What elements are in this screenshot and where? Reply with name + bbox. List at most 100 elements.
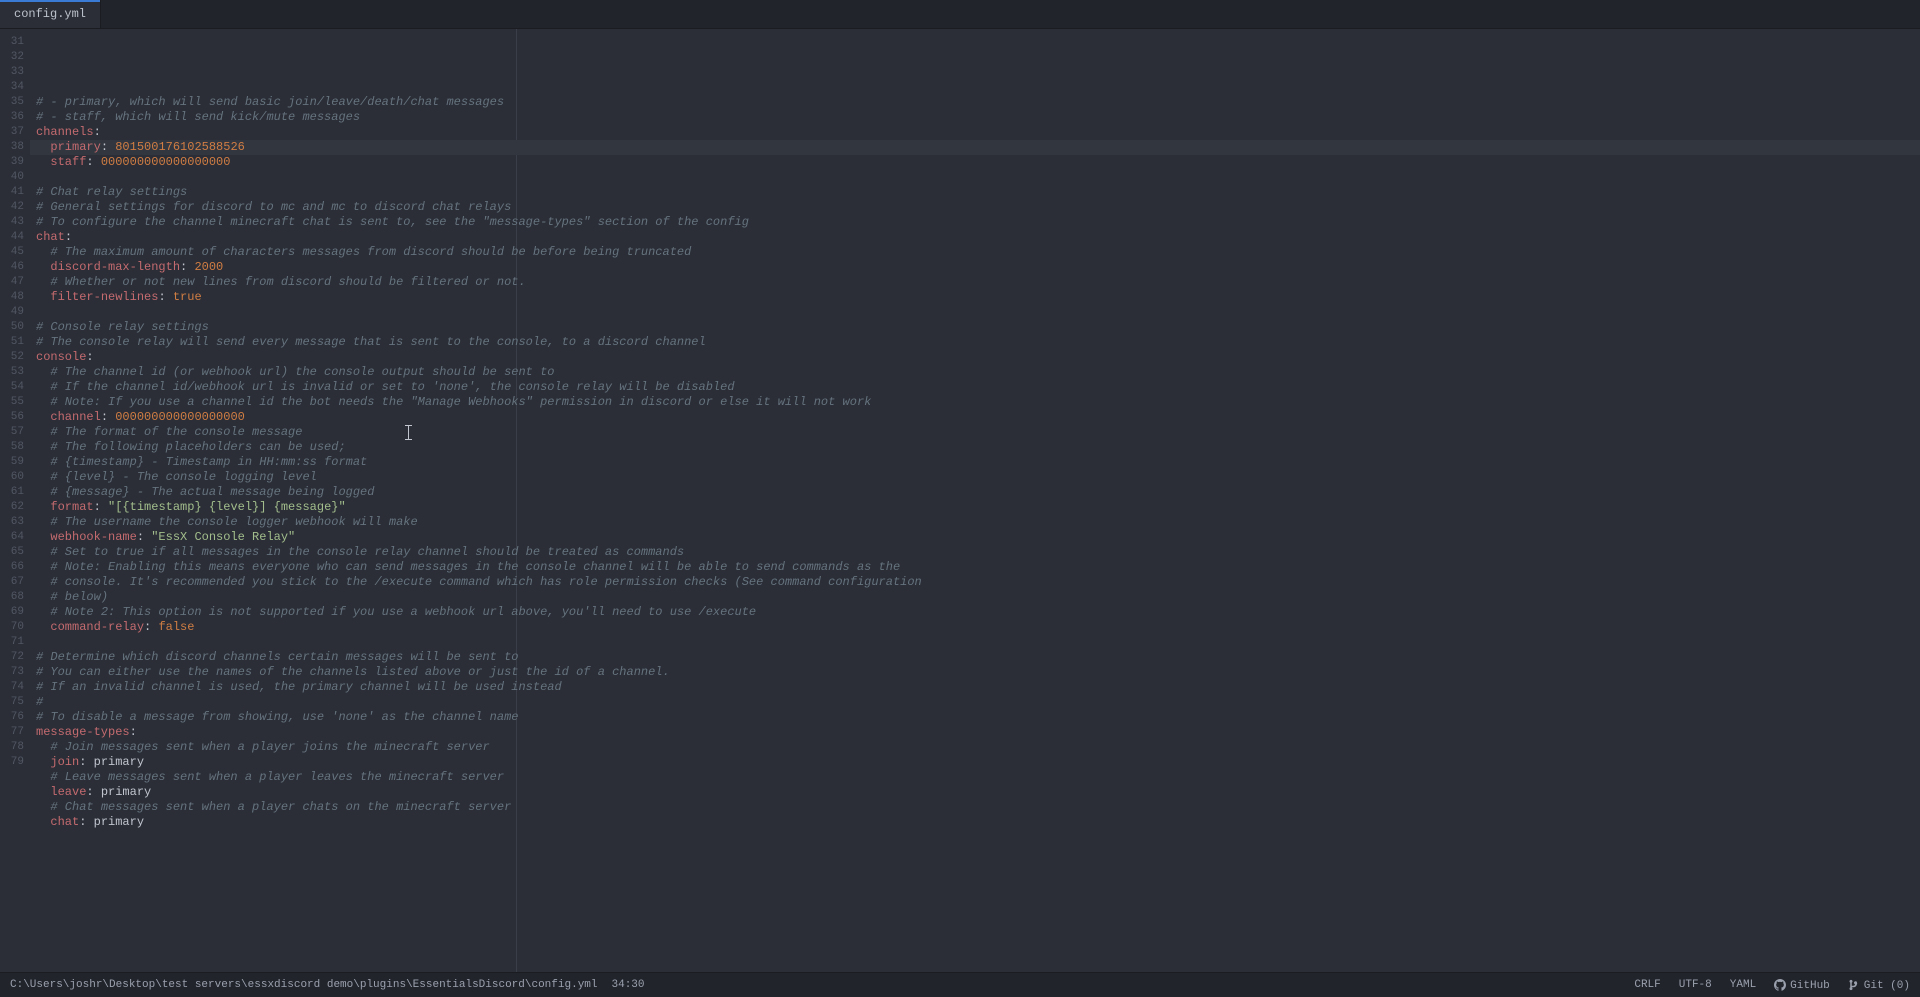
- code-line[interactable]: # To configure the channel minecraft cha…: [30, 215, 1920, 230]
- line-number: 77: [0, 725, 30, 740]
- code-line[interactable]: channels:: [30, 125, 1920, 140]
- line-number: 71: [0, 635, 30, 650]
- code-line[interactable]: #: [30, 695, 1920, 710]
- code-line[interactable]: # below): [30, 590, 1920, 605]
- line-number: 47: [0, 275, 30, 290]
- line-number: 49: [0, 305, 30, 320]
- line-number: 70: [0, 620, 30, 635]
- code-line[interactable]: # You can either use the names of the ch…: [30, 665, 1920, 680]
- line-number: 54: [0, 380, 30, 395]
- tab-config-yml[interactable]: config.yml: [0, 0, 101, 28]
- github-icon: [1774, 979, 1786, 991]
- line-number: 48: [0, 290, 30, 305]
- status-eol[interactable]: CRLF: [1634, 979, 1660, 991]
- code-line[interactable]: # Chat messages sent when a player chats…: [30, 800, 1920, 815]
- code-line[interactable]: primary: 801500176102588526: [30, 140, 1920, 155]
- code-line[interactable]: message-types:: [30, 725, 1920, 740]
- code-line[interactable]: join: primary: [30, 755, 1920, 770]
- line-number: 68: [0, 590, 30, 605]
- line-number: 35: [0, 95, 30, 110]
- line-number: 53: [0, 365, 30, 380]
- line-number: 76: [0, 710, 30, 725]
- code-line[interactable]: format: "[{timestamp} {level}] {message}…: [30, 500, 1920, 515]
- code-line[interactable]: chat: primary: [30, 815, 1920, 830]
- code-line[interactable]: # {level} - The console logging level: [30, 470, 1920, 485]
- line-number: 62: [0, 500, 30, 515]
- code-line[interactable]: # Note: Enabling this means everyone who…: [30, 560, 1920, 575]
- line-number: 69: [0, 605, 30, 620]
- line-number: 46: [0, 260, 30, 275]
- line-number: 61: [0, 485, 30, 500]
- code-line[interactable]: # Note: If you use a channel id the bot …: [30, 395, 1920, 410]
- code-line[interactable]: # - staff, which will send kick/mute mes…: [30, 110, 1920, 125]
- line-number: 43: [0, 215, 30, 230]
- line-number: 59: [0, 455, 30, 470]
- git-branch-icon: [1848, 979, 1860, 991]
- code-line[interactable]: chat:: [30, 230, 1920, 245]
- line-number: 31: [0, 35, 30, 50]
- code-line[interactable]: # The channel id (or webhook url) the co…: [30, 365, 1920, 380]
- code-line[interactable]: # The following placeholders can be used…: [30, 440, 1920, 455]
- line-number: 37: [0, 125, 30, 140]
- status-git[interactable]: Git (0): [1848, 979, 1910, 992]
- app-root: config.yml 31323334353637383940414243444…: [0, 0, 1920, 997]
- code-line[interactable]: # To disable a message from showing, use…: [30, 710, 1920, 725]
- code-line[interactable]: # Console relay settings: [30, 320, 1920, 335]
- code-line[interactable]: # console. It's recommended you stick to…: [30, 575, 1920, 590]
- code-line[interactable]: [30, 170, 1920, 185]
- line-number: 72: [0, 650, 30, 665]
- line-number: 41: [0, 185, 30, 200]
- line-number: 79: [0, 755, 30, 770]
- line-number: 32: [0, 50, 30, 65]
- line-number: 78: [0, 740, 30, 755]
- status-file-path[interactable]: C:\Users\joshr\Desktop\test servers\essx…: [10, 979, 598, 991]
- code-line[interactable]: # If an invalid channel is used, the pri…: [30, 680, 1920, 695]
- code-line[interactable]: staff: 000000000000000000: [30, 155, 1920, 170]
- code-line[interactable]: # Determine which discord channels certa…: [30, 650, 1920, 665]
- code-line[interactable]: # {message} - The actual message being l…: [30, 485, 1920, 500]
- code-line[interactable]: # The format of the console message: [30, 425, 1920, 440]
- code-line[interactable]: channel: 000000000000000000: [30, 410, 1920, 425]
- line-number: 58: [0, 440, 30, 455]
- code-line[interactable]: # General settings for discord to mc and…: [30, 200, 1920, 215]
- code-line[interactable]: # Set to true if all messages in the con…: [30, 545, 1920, 560]
- line-number: 56: [0, 410, 30, 425]
- line-number: 44: [0, 230, 30, 245]
- status-encoding[interactable]: UTF-8: [1679, 979, 1712, 991]
- code-line[interactable]: # The maximum amount of characters messa…: [30, 245, 1920, 260]
- code-line[interactable]: # Leave messages sent when a player leav…: [30, 770, 1920, 785]
- code-line[interactable]: leave: primary: [30, 785, 1920, 800]
- line-number: 33: [0, 65, 30, 80]
- status-lang[interactable]: YAML: [1730, 979, 1756, 991]
- code-line[interactable]: command-relay: false: [30, 620, 1920, 635]
- line-number: 65: [0, 545, 30, 560]
- line-number: 66: [0, 560, 30, 575]
- line-number: 60: [0, 470, 30, 485]
- code-line[interactable]: # Note 2: This option is not supported i…: [30, 605, 1920, 620]
- code-area[interactable]: # - primary, which will send basic join/…: [30, 29, 1920, 972]
- status-cursor-position[interactable]: 34:30: [612, 979, 645, 991]
- code-line[interactable]: [30, 635, 1920, 650]
- code-line[interactable]: # Chat relay settings: [30, 185, 1920, 200]
- line-number: 75: [0, 695, 30, 710]
- line-number: 55: [0, 395, 30, 410]
- tab-title: config.yml: [14, 7, 86, 21]
- code-line[interactable]: [30, 305, 1920, 320]
- code-line[interactable]: webhook-name: "EssX Console Relay": [30, 530, 1920, 545]
- code-line[interactable]: # The console relay will send every mess…: [30, 335, 1920, 350]
- editor[interactable]: 3132333435363738394041424344454647484950…: [0, 29, 1920, 972]
- code-line[interactable]: # - primary, which will send basic join/…: [30, 95, 1920, 110]
- line-number: 50: [0, 320, 30, 335]
- code-line[interactable]: # If the channel id/webhook url is inval…: [30, 380, 1920, 395]
- code-line[interactable]: # {timestamp} - Timestamp in HH:mm:ss fo…: [30, 455, 1920, 470]
- code-line[interactable]: console:: [30, 350, 1920, 365]
- status-github[interactable]: GitHub: [1774, 979, 1830, 992]
- line-number: 39: [0, 155, 30, 170]
- line-number: 67: [0, 575, 30, 590]
- code-line[interactable]: # Whether or not new lines from discord …: [30, 275, 1920, 290]
- code-line[interactable]: # The username the console logger webhoo…: [30, 515, 1920, 530]
- code-line[interactable]: # Join messages sent when a player joins…: [30, 740, 1920, 755]
- code-line[interactable]: filter-newlines: true: [30, 290, 1920, 305]
- code-line[interactable]: discord-max-length: 2000: [30, 260, 1920, 275]
- text-cursor: [408, 425, 409, 440]
